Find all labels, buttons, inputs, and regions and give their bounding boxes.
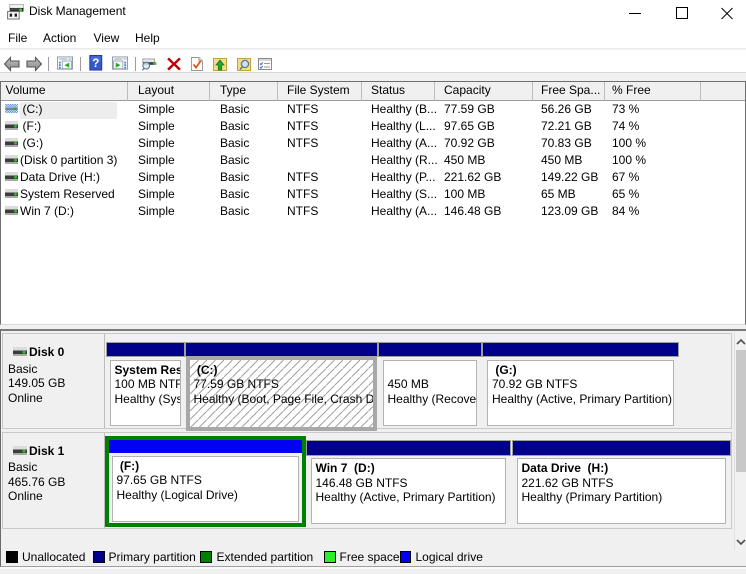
svg-text:?: ? [92, 58, 99, 70]
